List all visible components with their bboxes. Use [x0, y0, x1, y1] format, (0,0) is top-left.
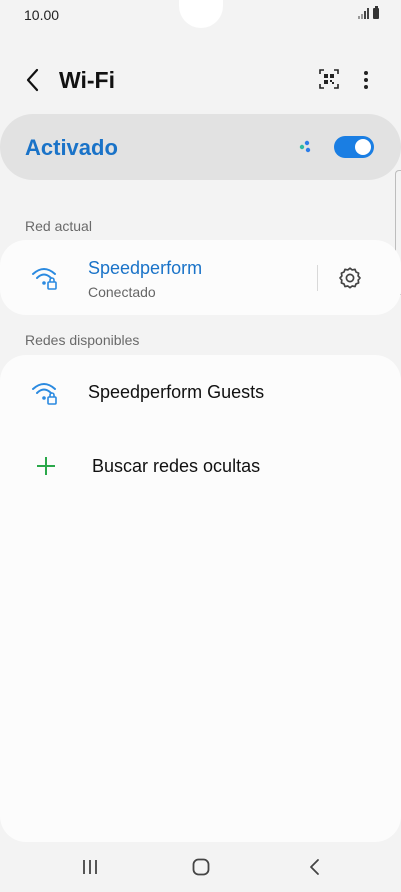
chevron-left-icon — [26, 68, 39, 92]
battery-icon — [373, 6, 379, 19]
status-time: 10.00 — [24, 7, 60, 23]
available-networks-card — [0, 355, 401, 842]
more-options-button[interactable] — [356, 68, 376, 92]
wifi-locked-icon — [31, 265, 59, 291]
camera-notch — [179, 0, 223, 28]
gear-icon — [339, 267, 361, 289]
smart-wifi-icon[interactable] — [299, 140, 313, 154]
available-network-name[interactable]: Speedperform Guests — [88, 382, 264, 403]
network-settings-button[interactable] — [337, 265, 363, 291]
master-switch-label: Activado — [25, 135, 118, 160]
recent-apps-button[interactable] — [81, 859, 99, 875]
more-vertical-icon — [364, 71, 368, 89]
back-button[interactable] — [20, 67, 46, 93]
wifi-locked-icon — [31, 380, 59, 406]
navigation-bar — [0, 842, 401, 892]
section-label-current: Red actual — [25, 218, 92, 234]
home-icon — [192, 858, 210, 876]
current-network-status: Conectado — [88, 284, 156, 300]
recent-apps-icon — [83, 860, 97, 874]
status-icons — [358, 6, 379, 19]
plus-icon — [35, 455, 57, 477]
signal-icon — [358, 8, 369, 19]
qr-code-button[interactable] — [318, 68, 340, 90]
wifi-toggle[interactable] — [334, 136, 374, 158]
status-bar: 10.00 — [0, 0, 401, 30]
chevron-left-icon — [310, 859, 319, 875]
app-bar: Wi-Fi — [0, 55, 401, 105]
system-back-button[interactable] — [307, 858, 321, 876]
divider — [317, 265, 318, 291]
current-network-name: Speedperform — [88, 258, 203, 278]
home-button[interactable] — [192, 858, 210, 876]
section-label-available: Redes disponibles — [25, 332, 140, 348]
page-title: Wi-Fi — [59, 67, 115, 93]
search-hidden-networks-button[interactable]: Buscar redes ocultas — [92, 456, 260, 477]
toggle-knob — [355, 139, 371, 155]
qr-code-icon — [319, 69, 339, 89]
